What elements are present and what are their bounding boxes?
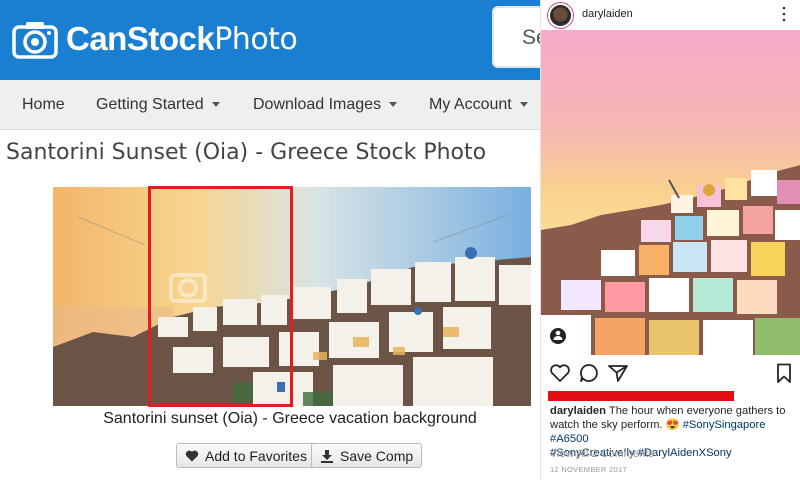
photo-caption: Santorini sunset (Oia) - Greece vacation… (103, 410, 477, 427)
search-placeholder: Se (522, 26, 540, 49)
post-date: 12 NOVEMBER 2017 (550, 465, 627, 474)
post-header: darylaiden (541, 0, 800, 30)
canstock-logo[interactable]: CanStock Photo (12, 14, 298, 64)
main-nav: Home Getting Started Download Images My … (0, 80, 540, 130)
santorini-colorful-image (541, 30, 800, 355)
more-options-icon[interactable] (778, 4, 790, 24)
logo-text-light: Photo (214, 21, 298, 57)
heart-icon[interactable] (549, 362, 571, 384)
share-icon[interactable] (607, 362, 629, 384)
caret-down-icon (211, 102, 220, 108)
heart-icon (185, 450, 199, 461)
bookmark-icon[interactable] (773, 362, 795, 384)
view-comments-link[interactable]: View All 2 Comments (550, 448, 654, 460)
nav-my-account-label: My Account (429, 96, 512, 113)
logo-text-bold: CanStock (66, 20, 215, 57)
redaction-bar (548, 391, 734, 401)
nav-my-account[interactable]: My Account (429, 80, 528, 130)
add-to-favorites-label: Add to Favorites (205, 447, 307, 464)
post-actions (541, 362, 800, 386)
save-comp-label: Save Comp (340, 447, 414, 464)
tagged-user-indicator (550, 328, 566, 344)
save-comp-button[interactable]: Save Comp (311, 443, 423, 468)
site-header: CanStockPhoto Se (0, 0, 540, 80)
nav-download-images[interactable]: Download Images (253, 80, 398, 130)
caret-down-icon (389, 102, 398, 108)
nav-getting-started-label: Getting Started (96, 96, 204, 113)
nav-getting-started[interactable]: Getting Started (96, 80, 220, 130)
caret-down-icon (519, 102, 528, 108)
camera-logo-icon (12, 22, 58, 59)
caption-username[interactable]: darylaiden (550, 405, 606, 417)
instagram-post: darylaiden darylaiden The hour when ever… (540, 0, 800, 480)
page-title: Santorini Sunset (Oia) - Greece Stock Ph… (6, 140, 487, 165)
download-icon (321, 449, 333, 463)
nav-home[interactable]: Home (22, 80, 65, 130)
post-username[interactable]: darylaiden (582, 8, 633, 20)
nav-home-label: Home (22, 96, 65, 113)
post-image[interactable] (541, 30, 800, 355)
avatar[interactable] (548, 3, 573, 28)
canstock-page: CanStockPhoto Se Home Getting Started Do… (0, 0, 540, 480)
highlight-box (148, 186, 293, 407)
search-input[interactable]: Se (492, 6, 540, 68)
nav-download-images-label: Download Images (253, 96, 382, 113)
comment-icon[interactable] (578, 362, 600, 384)
add-to-favorites-button[interactable]: Add to Favorites (176, 443, 316, 468)
